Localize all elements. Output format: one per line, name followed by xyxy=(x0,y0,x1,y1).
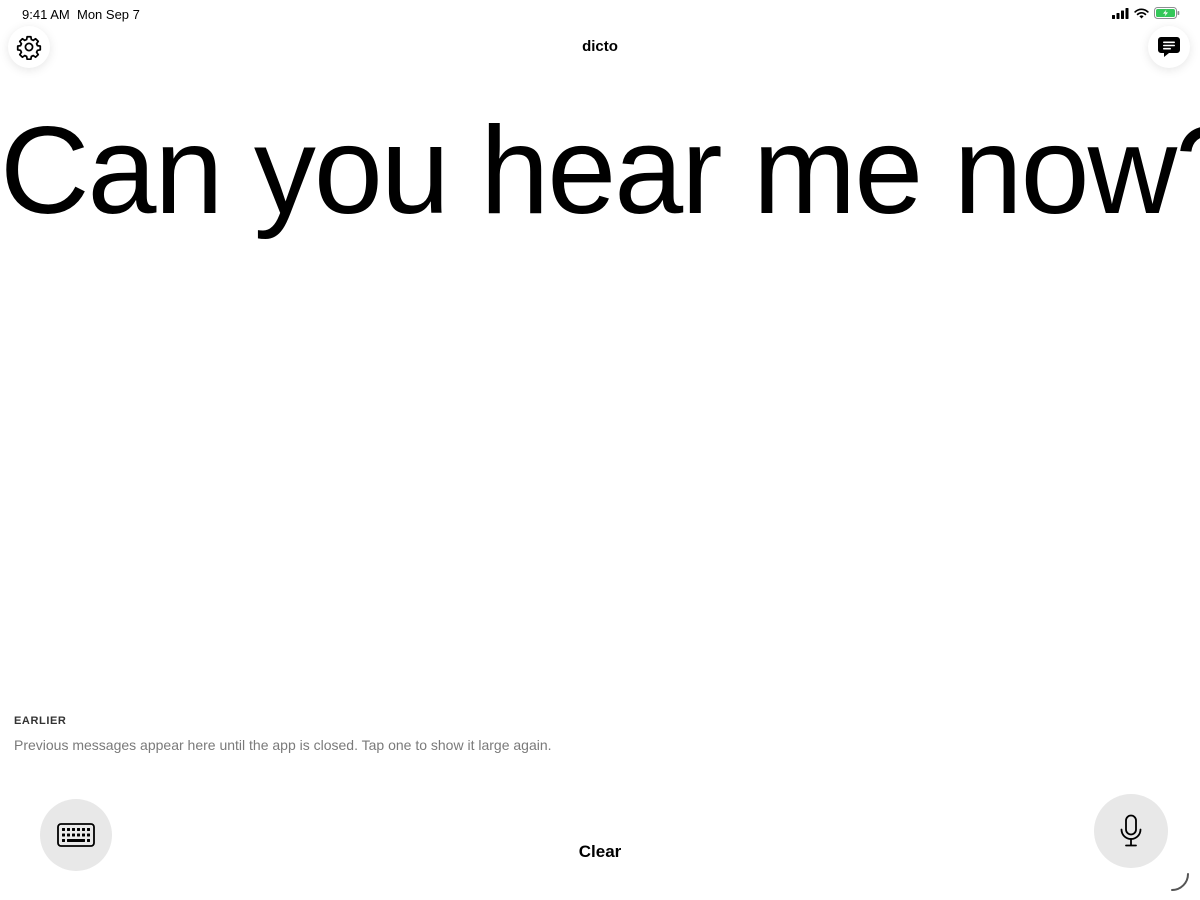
cellular-signal-icon xyxy=(1112,7,1129,19)
current-message: Can you hear me now? xyxy=(0,102,1200,240)
microphone-button[interactable] xyxy=(1094,794,1168,868)
status-date: Mon Sep 7 xyxy=(77,7,140,22)
messages-button[interactable] xyxy=(1148,26,1190,68)
status-time: 9:41 AM xyxy=(22,7,70,22)
message-icon xyxy=(1158,37,1180,57)
keyboard-icon xyxy=(57,823,95,847)
keyboard-button[interactable] xyxy=(40,799,112,871)
earlier-heading: EARLIER xyxy=(14,715,67,727)
microphone-icon xyxy=(1120,814,1142,847)
app-title: dicto xyxy=(582,38,618,55)
earlier-hint: Previous messages appear here until the … xyxy=(14,737,552,753)
clear-button[interactable]: Clear xyxy=(560,842,640,862)
battery-charging-icon xyxy=(1154,7,1180,19)
wifi-icon xyxy=(1134,7,1149,18)
status-indicators xyxy=(1112,7,1180,19)
app-screen: 9:41 AM Mon Sep 7 dicto Can you hear me … xyxy=(0,0,1200,900)
resize-handle-icon[interactable] xyxy=(1170,872,1190,892)
